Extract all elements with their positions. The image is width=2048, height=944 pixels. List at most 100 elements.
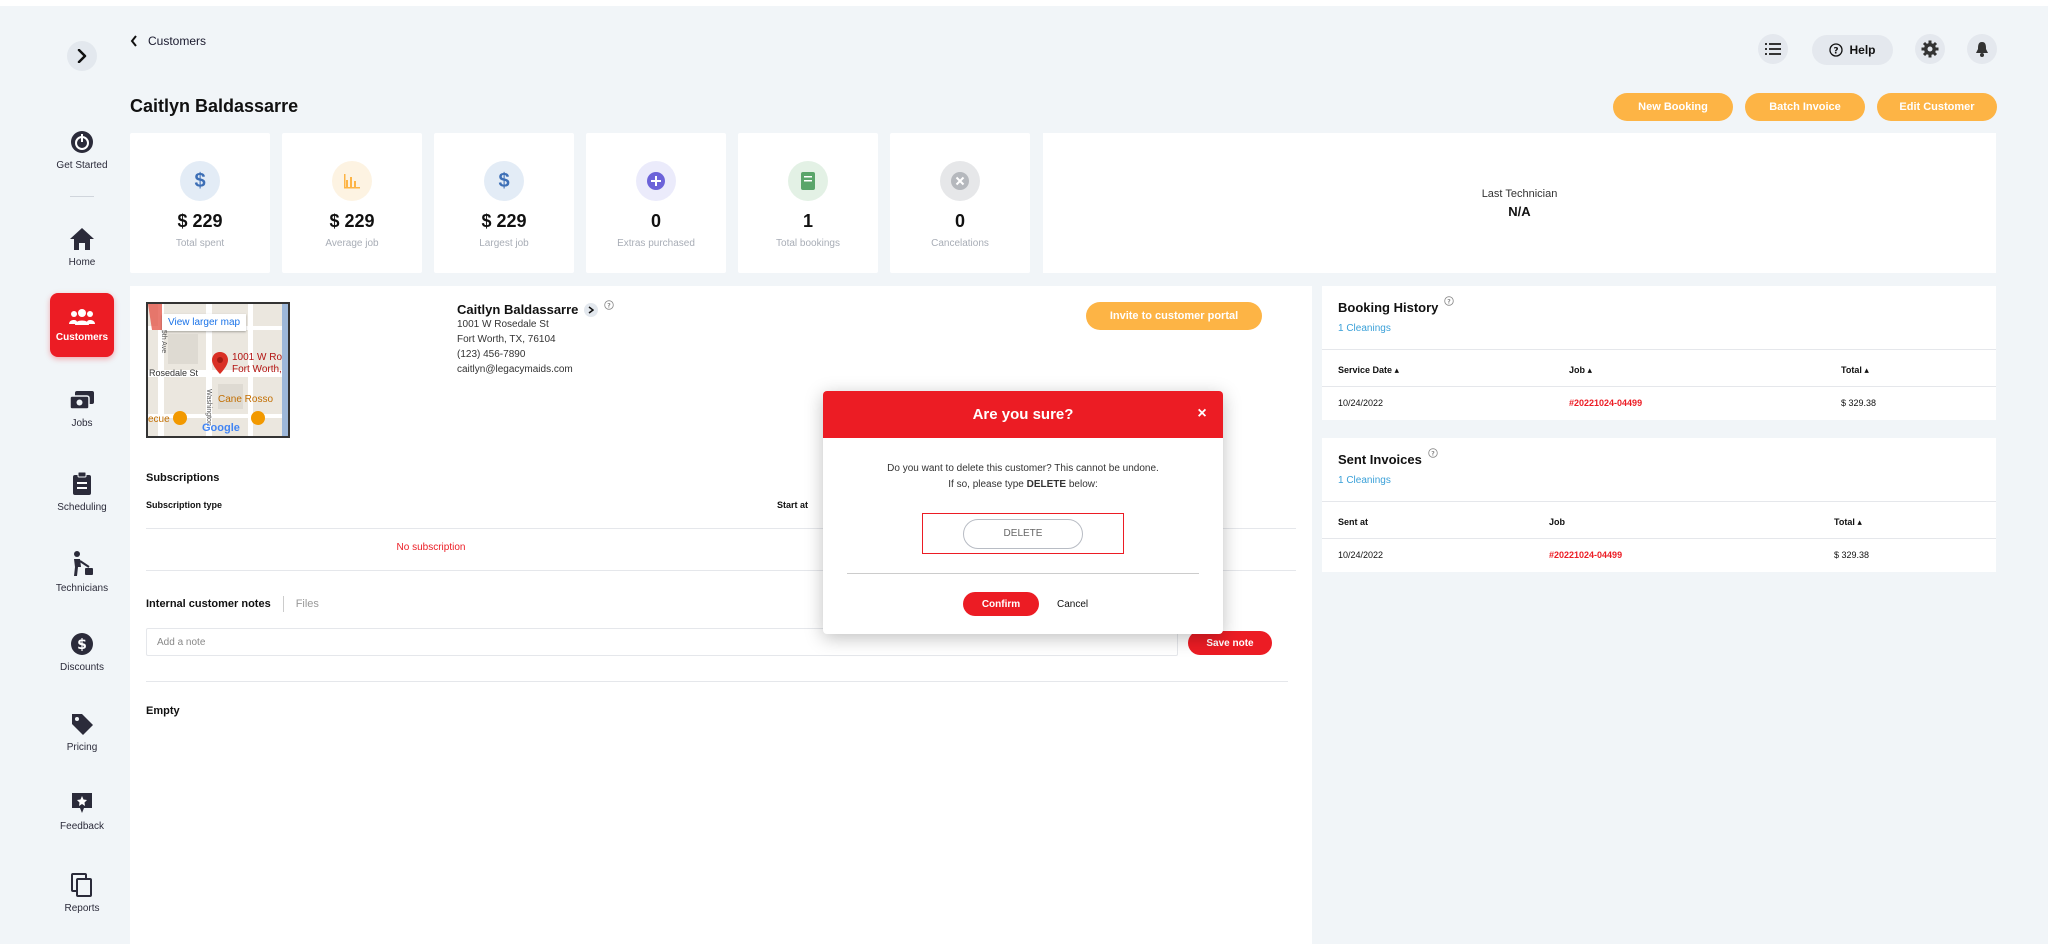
help-button[interactable]: ? Help: [1812, 35, 1893, 65]
last-technician-card: Last Technician N/A: [1043, 133, 1996, 273]
help-icon: ?: [1829, 43, 1844, 57]
save-note-button[interactable]: Save note: [1188, 631, 1272, 655]
book-icon: [788, 161, 828, 201]
divider: [1322, 386, 1996, 387]
notes-tabs: Internal customer notes Files: [146, 596, 319, 612]
delete-confirm-input[interactable]: DELETE: [963, 518, 1083, 549]
sidebar-item-home[interactable]: Home: [50, 215, 114, 279]
info-icon[interactable]: ?: [1428, 448, 1438, 458]
view-larger-map-link[interactable]: View larger map: [162, 314, 247, 331]
settings-button[interactable]: [1915, 34, 1945, 64]
stat-card-total-bookings: 1 Total bookings: [738, 133, 878, 273]
sent-invoices-title: Sent Invoices ?: [1338, 448, 1438, 467]
invite-to-portal-button[interactable]: Invite to customer portal: [1086, 302, 1262, 330]
confirm-button[interactable]: Confirm: [963, 592, 1039, 616]
breadcrumb[interactable]: Customers: [130, 34, 206, 48]
tab-files[interactable]: Files: [296, 598, 319, 610]
stat-caption: Extras purchased: [617, 238, 695, 249]
column-header-start-at: Start at: [777, 500, 809, 510]
stat-value: $ 229: [481, 211, 527, 231]
stat-caption: Total bookings: [776, 238, 840, 249]
sidebar-item-label: Reports: [64, 902, 100, 914]
notes-empty-text: Empty: [146, 705, 180, 717]
sidebar-item-label: Feedback: [60, 820, 104, 832]
cleaner-icon: [74, 550, 93, 576]
stat-value: 0: [954, 211, 965, 231]
customer-address-line1: 1001 W Rosedale St: [457, 319, 549, 330]
invoice-job-link[interactable]: #20221024-04499: [1549, 550, 1622, 560]
feedback-icon: [72, 792, 92, 813]
invoice-total: $ 329.38: [1834, 550, 1870, 560]
column-header-total[interactable]: Total ▴: [1834, 517, 1862, 528]
clipboard-icon: [73, 471, 91, 495]
list-view-button[interactable]: [1758, 34, 1788, 64]
column-header-job[interactable]: Job ▴: [1569, 365, 1592, 376]
sent-invoices-panel: Sent Invoices ? 1 Cleanings Sent at Job …: [1322, 438, 1996, 572]
delete-confirm-modal: Are you sure? × Do you want to delete th…: [823, 391, 1223, 634]
customer-address-line2: Fort Worth, TX, 76104: [457, 334, 556, 345]
map-place-label: ecue: [148, 414, 170, 425]
map-thumbnail[interactable]: View larger map 1001 W Ro Fort Worth, Ro…: [146, 302, 290, 438]
bell-icon: [1976, 42, 1988, 57]
page-title: Caitlyn Baldassarre: [130, 96, 299, 116]
stat-caption: Cancelations: [931, 238, 989, 249]
notifications-button[interactable]: [1967, 34, 1997, 64]
sidebar-item-jobs[interactable]: Jobs: [50, 377, 114, 441]
stat-card-largest-job: $ $ 229 Largest job: [434, 133, 574, 273]
info-icon[interactable]: ?: [1444, 296, 1455, 306]
modal-message-line1: Do you want to delete this customer? Thi…: [887, 463, 1159, 474]
list-icon: [1765, 43, 1781, 55]
expand-sidebar-button[interactable]: [67, 41, 97, 71]
column-header-service-date[interactable]: Service Date ▴: [1338, 365, 1399, 376]
modal-title: Are you sure?: [972, 406, 1074, 423]
sidebar-item-reports[interactable]: Reports: [50, 861, 114, 925]
column-header-total[interactable]: Total ▴: [1841, 365, 1869, 376]
sidebar-item-feedback[interactable]: Feedback: [50, 779, 114, 843]
tab-internal-notes[interactable]: Internal customer notes: [146, 598, 271, 610]
booking-job-link[interactable]: #20221024-04499: [1569, 398, 1642, 408]
cancel-button[interactable]: Cancel: [1057, 592, 1088, 616]
modal-message: Do you want to delete this customer? Thi…: [823, 461, 1223, 493]
sent-invoices-title-text: Sent Invoices: [1338, 452, 1422, 467]
sidebar-item-discounts[interactable]: $ Discounts: [50, 620, 114, 684]
last-technician-label: Last Technician: [1481, 187, 1558, 200]
map-marker-label-1: 1001 W Ro: [232, 352, 283, 363]
sidebar-item-label: Pricing: [66, 741, 98, 753]
info-icon[interactable]: ?: [604, 299, 615, 310]
sidebar-item-pricing[interactable]: Pricing: [50, 700, 114, 764]
sidebar-item-label: Scheduling: [57, 501, 107, 513]
help-label: Help: [1849, 43, 1876, 57]
sidebar-item-label: Get Started: [56, 159, 108, 171]
jobs-icon: [69, 390, 94, 410]
chevron-right-icon: [77, 49, 87, 63]
subscriptions-title: Subscriptions: [146, 472, 220, 484]
breadcrumb-label[interactable]: Customers: [148, 34, 206, 48]
tag-icon: [72, 713, 93, 735]
booking-history-panel: Booking History ? 1 Cleanings Service Da…: [1322, 286, 1996, 420]
copy-icon: [71, 872, 92, 897]
svg-text:$: $: [77, 637, 87, 653]
svg-text:?: ?: [1834, 47, 1839, 57]
sidebar-item-customers[interactable]: Customers: [50, 293, 114, 357]
sidebar-item-get-started[interactable]: Get Started: [50, 118, 114, 182]
column-header-subscription-type: Subscription type: [146, 500, 223, 510]
sidebar-item-technicians[interactable]: Technicians: [50, 540, 114, 604]
edit-customer-button[interactable]: Edit Customer: [1877, 93, 1997, 121]
sidebar-item-scheduling[interactable]: Scheduling: [50, 460, 114, 524]
column-header-sent-at[interactable]: Sent at: [1338, 517, 1368, 527]
map-street-label: 5th Ave: [160, 329, 168, 354]
batch-invoice-button[interactable]: Batch Invoice: [1745, 93, 1865, 121]
map-marker-label-2: Fort Worth,: [232, 364, 282, 375]
close-icon[interactable]: ×: [1195, 405, 1209, 423]
column-header-job[interactable]: Job: [1549, 517, 1565, 527]
modal-header: Are you sure? ×: [823, 391, 1223, 438]
stat-value: $ 229: [177, 211, 223, 231]
plus-circle-icon: [636, 161, 676, 201]
new-booking-button[interactable]: New Booking: [1613, 93, 1733, 121]
x-circle-icon: [940, 161, 980, 201]
sidebar-item-label: Technicians: [55, 582, 109, 594]
customer-info: Caitlyn Baldassarre ? 1001 W Rosedale St…: [457, 299, 615, 377]
sidebar-item-label: Discounts: [60, 661, 104, 673]
customer-expand-button[interactable]: [584, 302, 599, 317]
chevron-left-icon: [130, 35, 137, 47]
